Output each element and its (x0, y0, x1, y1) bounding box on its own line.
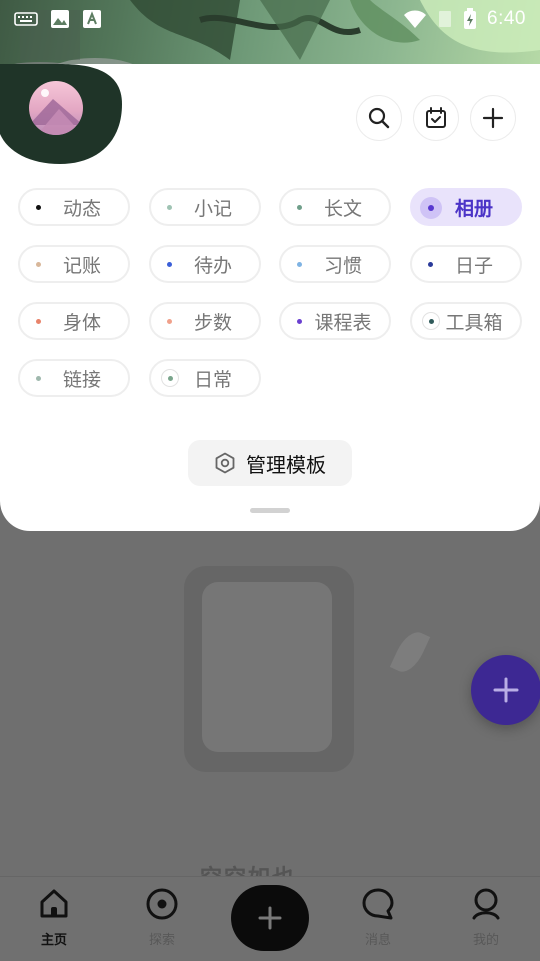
chip-label: 习惯 (323, 254, 362, 277)
manage-templates-label: 管理模板 (246, 452, 326, 477)
nav-item-messages[interactable]: 消息 (343, 887, 413, 948)
plus-icon (482, 107, 504, 129)
battery-charging-icon (464, 8, 477, 29)
chip-label: 待办 (193, 254, 232, 277)
manage-templates-button[interactable]: 管理模板 (188, 440, 352, 486)
plus-icon (258, 906, 282, 930)
empty-state-illustration (184, 566, 354, 772)
status-time: 6:40 (487, 8, 526, 29)
home-icon (40, 889, 68, 918)
chip-label: 小记 (193, 197, 232, 220)
bottom-navigation: 主页 探索 消息 我的 (0, 876, 540, 961)
chip-link[interactable]: 链接 (18, 359, 130, 397)
add-button[interactable] (470, 95, 516, 141)
chip-label: 工具箱 (445, 311, 503, 334)
text-recognition-icon (83, 10, 101, 28)
nav-create-button[interactable] (231, 885, 309, 951)
user-avatar[interactable] (29, 81, 83, 135)
chip-toolbox[interactable]: 工具箱 (410, 302, 522, 340)
chip-label: 记账 (62, 254, 101, 277)
nav-item-explore[interactable]: 探索 (127, 887, 197, 948)
calendar-checkin-button[interactable] (413, 95, 459, 141)
signal-icon (439, 11, 452, 27)
image-icon (51, 10, 69, 28)
chip-label: 步数 (193, 311, 232, 334)
nav-label-home: 主页 (40, 933, 67, 948)
sheet-drag-handle[interactable] (250, 508, 290, 513)
calendar-check-icon (426, 107, 446, 128)
keyboard-icon (14, 12, 38, 26)
nav-label-messages: 消息 (364, 933, 391, 948)
chip-dynamic[interactable]: 动态 (18, 188, 130, 226)
chip-habit[interactable]: 习惯 (279, 245, 391, 283)
chip-label: 链接 (62, 368, 101, 391)
chip-label: 日常 (193, 368, 232, 391)
chip-label: 长文 (323, 197, 362, 220)
chip-bookkeeping[interactable]: 记账 (18, 245, 130, 283)
nav-label-profile: 我的 (472, 933, 499, 948)
chip-long-article[interactable]: 长文 (279, 188, 391, 226)
chip-daily[interactable]: 日常 (149, 359, 261, 397)
nav-label-explore: 探索 (148, 933, 175, 948)
chip-steps[interactable]: 步数 (149, 302, 261, 340)
plus-icon (493, 677, 519, 703)
message-icon (362, 888, 394, 920)
nav-item-home[interactable]: 主页 (19, 887, 89, 948)
compass-icon (146, 888, 178, 920)
chip-label: 相册 (454, 197, 493, 220)
profile-icon (472, 888, 500, 920)
chip-label: 身体 (62, 311, 101, 334)
status-bar: 6:40 (0, 0, 540, 38)
avatar-mountain (29, 89, 83, 135)
search-icon (368, 107, 390, 129)
chip-todo[interactable]: 待办 (149, 245, 261, 283)
wifi-icon (404, 10, 427, 28)
hexagon-settings-icon (215, 452, 235, 474)
chip-label: 课程表 (314, 311, 372, 334)
chip-note[interactable]: 小记 (149, 188, 261, 226)
floating-add-button[interactable] (471, 655, 540, 725)
chip-label: 日子 (454, 254, 493, 277)
chip-label: 动态 (62, 197, 101, 220)
chip-days[interactable]: 日子 (410, 245, 522, 283)
chip-body[interactable]: 身体 (18, 302, 130, 340)
search-button[interactable] (356, 95, 402, 141)
chip-album[interactable]: 相册 (410, 188, 522, 226)
nav-item-profile[interactable]: 我的 (451, 887, 521, 948)
chip-timetable[interactable]: 课程表 (279, 302, 391, 340)
